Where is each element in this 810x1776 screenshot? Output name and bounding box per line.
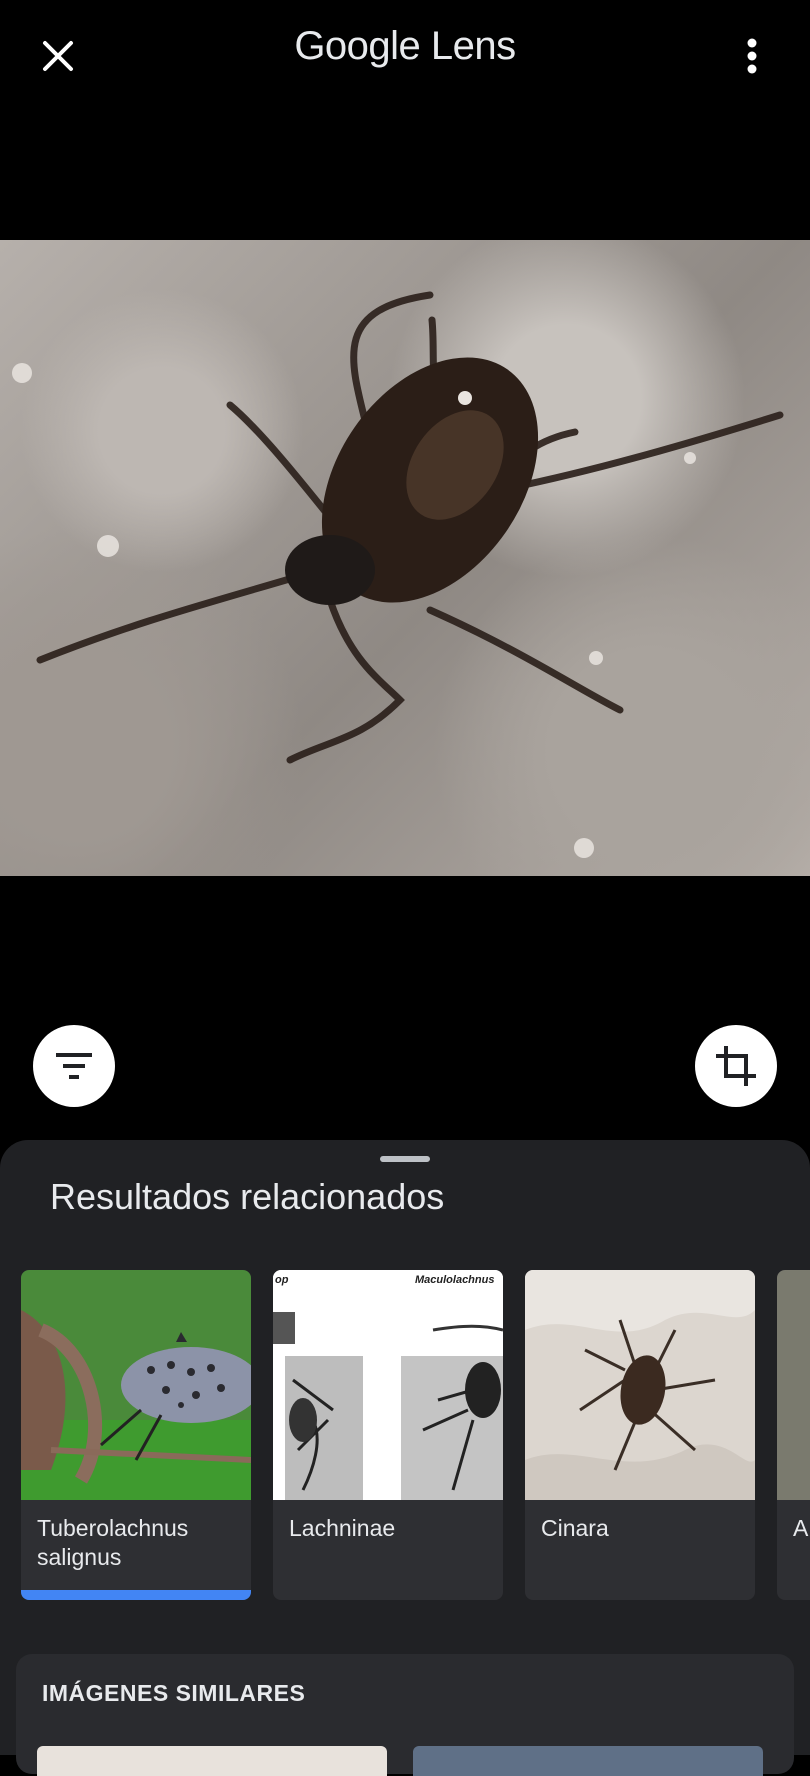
title-google: Google (294, 24, 421, 68)
crop-icon (716, 1046, 756, 1086)
result-label: A (793, 1515, 809, 1541)
result-label: Lachninae (289, 1515, 396, 1541)
top-bar: Google Lens (0, 0, 810, 120)
similar-images-section: IMÁGENES SIMILARES (16, 1654, 794, 1776)
result-label: Cinara (541, 1515, 609, 1541)
result-card[interactable]: Maculolachnus op Lachninae (273, 1270, 503, 1600)
filter-icon (56, 1053, 92, 1079)
sheet-drag-handle[interactable] (380, 1156, 430, 1162)
result-thumbnail: Maculolachnus op (273, 1270, 503, 1500)
sheet-title: Resultados relacionados (50, 1176, 445, 1217)
result-thumbnail (21, 1270, 251, 1500)
thumb-caption-left: op (275, 1274, 289, 1286)
result-card[interactable]: Cinara (525, 1270, 755, 1600)
similar-image-thumbnail[interactable] (37, 1746, 387, 1776)
app-title: Google Lens (0, 24, 810, 69)
result-thumbnail (777, 1270, 810, 1500)
similar-image-thumbnail[interactable] (413, 1746, 763, 1776)
filter-button[interactable] (33, 1025, 115, 1107)
similar-images-title: IMÁGENES SIMILARES (42, 1680, 306, 1706)
more-options-button[interactable] (724, 28, 780, 84)
results-sheet: Resultados relacionados Tuberolachnus sa… (0, 1140, 810, 1776)
related-results-carousel[interactable]: Tuberolachnus salignus Maculolachnus op … (0, 1270, 810, 1600)
result-card[interactable]: Tuberolachnus salignus (21, 1270, 251, 1600)
thumb-caption: Maculolachnus (415, 1274, 495, 1286)
result-thumbnail (525, 1270, 755, 1500)
more-vert-icon (747, 38, 757, 74)
title-lens: Lens (430, 24, 516, 68)
result-label: Tuberolachnus salignus (37, 1515, 189, 1570)
selected-indicator (21, 1590, 251, 1600)
crop-button[interactable] (695, 1025, 777, 1107)
insect-illustration (12, 291, 784, 858)
result-card[interactable]: A (777, 1270, 810, 1600)
captured-image[interactable] (0, 240, 810, 876)
